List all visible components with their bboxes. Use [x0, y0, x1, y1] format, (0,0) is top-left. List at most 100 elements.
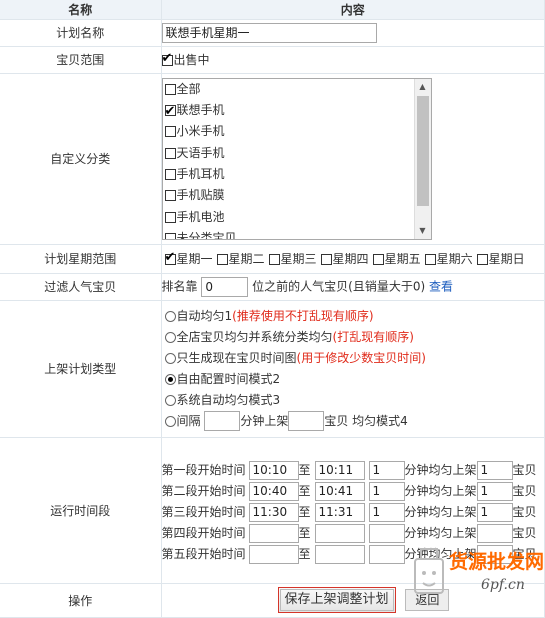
category-item-label: 联想手机 — [176, 102, 225, 117]
plan-type-option[interactable]: 只生成现在宝贝时间图(用于修改少数宝贝时间) — [164, 348, 545, 369]
interval-minutes-input[interactable] — [204, 411, 241, 431]
segment-start-input[interactable] — [248, 523, 299, 543]
plan-name-input[interactable]: 联想手机星期一 — [161, 22, 377, 43]
plan-type-option[interactable]: 全店宝贝均匀并系统分类均匀(打乱现有顺序) — [164, 327, 545, 348]
plan-type-label: 上架计划类型 — [0, 300, 162, 438]
run-time-label: 运行时间段 — [0, 437, 162, 584]
scroll-thumb[interactable] — [416, 95, 429, 206]
weekday-checkbox[interactable] — [476, 254, 488, 265]
plan-type-option-interval[interactable]: 间隔 分钟上架 宝贝 均匀模式4 — [164, 411, 545, 432]
plan-type-option[interactable]: 系统自动均匀模式3 — [164, 390, 545, 411]
category-label: 自定义分类 — [0, 73, 162, 245]
category-item[interactable]: 未分类宝贝 — [163, 228, 431, 239]
segment-to-label: 至 — [298, 546, 311, 561]
weekday-option[interactable]: 星期一 — [164, 250, 213, 266]
segment-tail-label: 宝贝 — [512, 504, 537, 519]
segment-minutes-input[interactable] — [368, 523, 405, 543]
category-item[interactable]: 天语手机 — [163, 143, 431, 164]
segment-end-input[interactable] — [314, 544, 365, 564]
plan-type-radio[interactable] — [164, 373, 176, 385]
plan-type-radio[interactable] — [164, 331, 176, 343]
segment-to-label: 至 — [298, 525, 311, 540]
category-item[interactable]: 手机耳机 — [163, 164, 431, 185]
category-listbox[interactable]: 全部联想手机小米手机天语手机手机耳机手机贴膜手机电池未分类宝贝 ▲ ▼ — [161, 77, 432, 240]
segment-end-input[interactable]: 10:11 — [314, 460, 365, 480]
weekday-checkbox[interactable] — [372, 254, 384, 265]
weekday-checkbox[interactable] — [268, 254, 280, 265]
time-segment-row: 第二段开始时间 10:40 至 10:41 1 分钟均匀上架 1 宝贝 — [162, 481, 545, 502]
segment-count-input[interactable]: 1 — [476, 502, 513, 522]
segment-start-input[interactable]: 10:40 — [248, 481, 299, 501]
plan-type-radio[interactable] — [164, 394, 176, 406]
segment-end-input[interactable] — [314, 523, 365, 543]
popular-rank-input[interactable]: 0 — [201, 276, 249, 297]
view-link[interactable]: 查看 — [429, 279, 453, 293]
segment-end-input[interactable]: 11:31 — [314, 502, 365, 522]
category-item-label: 全部 — [176, 81, 201, 96]
weekday-label: 星期二 — [228, 252, 265, 266]
interval-prefix: 间隔 — [176, 413, 201, 428]
weekday-checkbox[interactable] — [216, 254, 228, 265]
category-checkbox[interactable] — [164, 233, 176, 239]
scroll-down-icon[interactable]: ▼ — [415, 223, 431, 239]
plan-type-option-label: 只生成现在宝贝时间图 — [176, 350, 297, 365]
popular-prefix: 排名靠 — [161, 279, 198, 293]
segment-per-label: 分钟均匀上架 — [404, 483, 477, 498]
category-checkbox[interactable] — [164, 190, 176, 202]
category-item[interactable]: 联想手机 — [163, 100, 431, 122]
category-item[interactable]: 手机电池 — [163, 207, 431, 228]
segment-count-input[interactable]: 1 — [476, 460, 513, 480]
plan-type-option-label: 全店宝贝均匀并系统分类均匀 — [176, 329, 333, 344]
plan-type-radio[interactable] — [164, 310, 176, 322]
category-checkbox[interactable] — [164, 101, 176, 122]
segment-label: 第五段开始时间 — [161, 546, 246, 561]
weekday-checkbox[interactable] — [164, 250, 176, 265]
weekday-label: 星期六 — [436, 252, 473, 266]
site-watermark: 货源批发网 6pf.cn — [405, 535, 544, 615]
category-checkbox[interactable] — [164, 169, 176, 181]
plan-type-option-label: 自由配置时间模式2 — [176, 371, 281, 386]
segment-minutes-input[interactable]: 1 — [368, 481, 405, 501]
plan-type-option[interactable]: 自动均匀1(推荐使用不打乱现有顺序) — [164, 306, 545, 327]
plan-type-option[interactable]: 自由配置时间模式2 — [164, 369, 545, 390]
plan-type-radio[interactable] — [164, 352, 176, 364]
segment-start-input[interactable]: 11:30 — [248, 502, 299, 522]
category-item[interactable]: 小米手机 — [163, 121, 431, 142]
segment-minutes-input[interactable] — [368, 544, 405, 564]
segment-minutes-input[interactable]: 1 — [368, 460, 405, 480]
interval-mid: 分钟上架 — [240, 413, 289, 428]
category-item-label: 小米手机 — [176, 124, 225, 139]
interval-radio[interactable] — [164, 415, 176, 427]
weekday-checkbox[interactable] — [320, 254, 332, 265]
segment-count-input[interactable]: 1 — [476, 481, 513, 501]
category-item-label: 未分类宝贝 — [176, 231, 237, 240]
on-sale-checkbox[interactable] — [161, 51, 173, 66]
segment-end-input[interactable]: 10:41 — [314, 481, 365, 501]
segment-start-input[interactable] — [248, 544, 299, 564]
weekday-option[interactable]: 星期二 — [216, 252, 265, 266]
weekday-label: 星期五 — [384, 252, 421, 266]
category-item[interactable]: 全部 — [163, 79, 431, 100]
weekday-option[interactable]: 星期日 — [476, 252, 525, 266]
weekday-checkbox[interactable] — [424, 254, 436, 265]
category-item-label: 手机电池 — [176, 209, 225, 224]
category-scrollbar[interactable]: ▲ ▼ — [413, 78, 431, 239]
popular-suffix: 位之前的人气宝贝(且销量大于0) — [252, 279, 426, 293]
watermark-domain: 6pf.cn — [481, 577, 525, 593]
category-item[interactable]: 手机贴膜 — [163, 185, 431, 206]
item-range-label: 宝贝范围 — [0, 46, 162, 74]
save-plan-button[interactable]: 保存上架调整计划 — [277, 587, 396, 613]
segment-start-input[interactable]: 10:10 — [248, 460, 299, 480]
weekday-option[interactable]: 星期四 — [320, 252, 369, 266]
weekday-option[interactable]: 星期六 — [424, 252, 473, 266]
category-checkbox[interactable] — [164, 147, 176, 159]
category-checkbox[interactable] — [164, 211, 176, 223]
segment-minutes-input[interactable]: 1 — [368, 502, 405, 522]
category-checkbox[interactable] — [164, 126, 176, 138]
weekday-option[interactable]: 星期五 — [372, 252, 421, 266]
interval-suffix: 宝贝 均匀模式4 — [324, 413, 408, 428]
category-checkbox[interactable] — [164, 83, 176, 95]
weekday-option[interactable]: 星期三 — [268, 252, 317, 266]
scroll-up-icon[interactable]: ▲ — [415, 79, 431, 95]
interval-count-input[interactable] — [288, 411, 325, 431]
